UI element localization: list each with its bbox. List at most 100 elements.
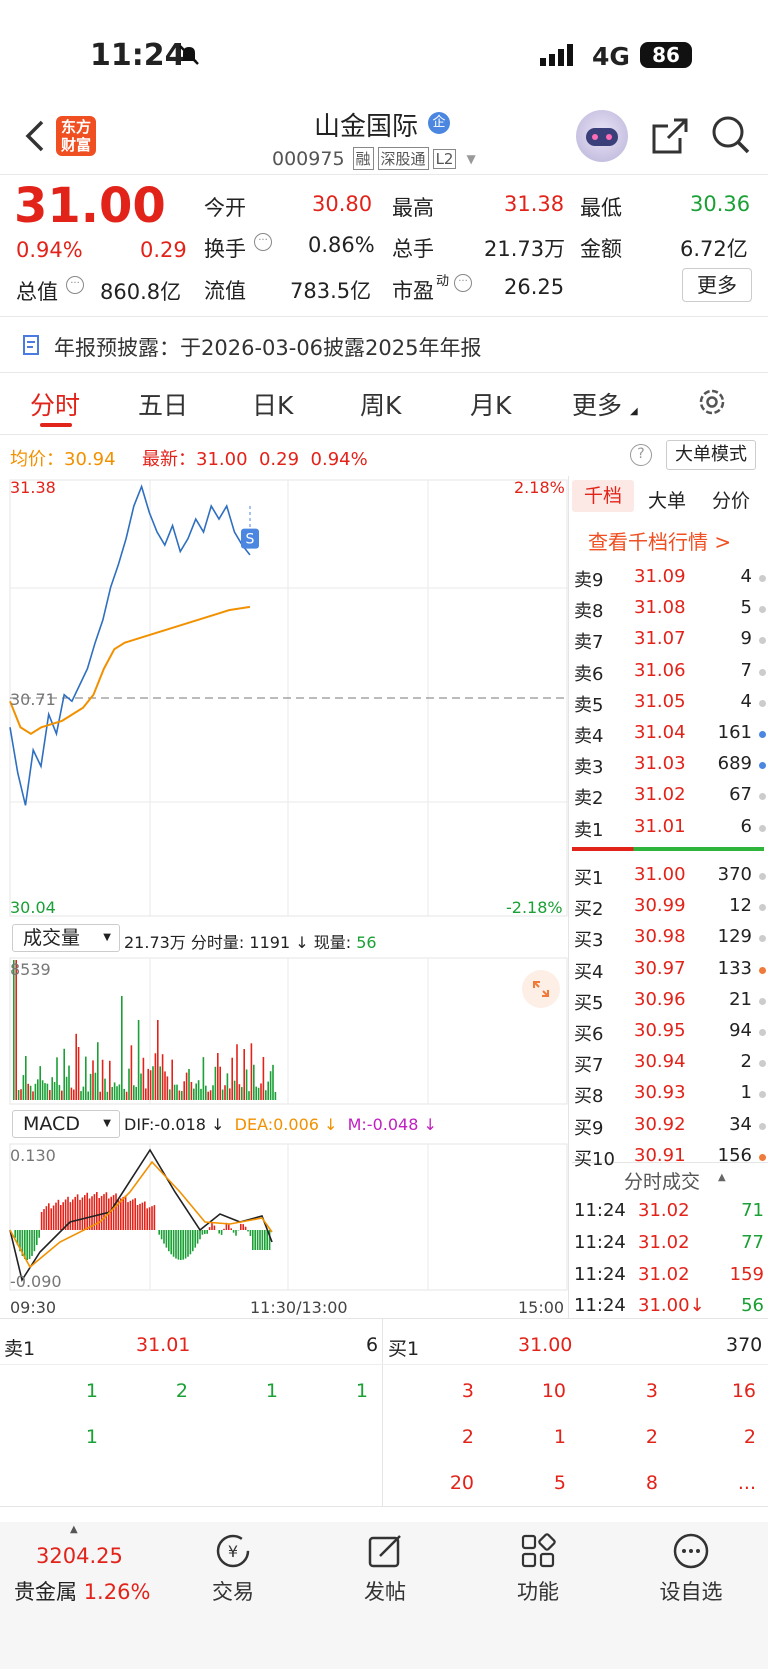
buy-row[interactable]: 买9 30.92 34	[572, 1112, 768, 1142]
nav-trade[interactable]: ¥ 交易	[178, 1532, 288, 1606]
tick-price: 31.02	[638, 1231, 690, 1253]
tag-l2: L2	[432, 148, 457, 169]
book-link[interactable]: 查看千档行情 >	[588, 526, 731, 555]
volume-bar	[241, 1087, 243, 1100]
sell-row[interactable]: 卖9 31.09 4	[572, 564, 768, 594]
tab-month-k[interactable]: 月K	[470, 386, 511, 422]
buy-row[interactable]: 买5 30.96 21	[572, 987, 768, 1017]
index-value[interactable]: 3204.25	[36, 1544, 123, 1568]
order-dot-icon	[759, 1122, 766, 1130]
help-icon[interactable]: ?	[630, 444, 652, 466]
sell-row[interactable]: 卖4 31.04 161	[572, 720, 768, 750]
nav-label: 发帖	[364, 1580, 406, 1604]
macd-bar	[79, 1199, 81, 1230]
back-button[interactable]	[22, 118, 48, 154]
order-qty: 1	[740, 1082, 752, 1104]
expand-icon[interactable]	[522, 970, 560, 1008]
macd-top: 0.130	[10, 1146, 56, 1165]
macd-bar	[69, 1202, 72, 1230]
info-icon[interactable]: ···	[254, 233, 272, 251]
volume-bar	[154, 1053, 157, 1100]
sell-row[interactable]: 卖7 31.07 9	[572, 626, 768, 656]
tick-time: 11:24	[574, 1263, 626, 1285]
macd-bar	[218, 1230, 220, 1234]
nav-watchlist[interactable]: 设自选	[636, 1532, 746, 1606]
tab-day-k[interactable]: 日K	[252, 386, 293, 422]
macd-bar	[31, 1230, 33, 1256]
info-icon[interactable]: ···	[66, 276, 84, 294]
book-tab-price[interactable]: 分价	[712, 486, 750, 513]
latest-change: 0.29	[258, 449, 300, 470]
latest-value: 31.00	[196, 449, 248, 470]
volume-indicator-select[interactable]: 成交量 ▼	[12, 924, 120, 952]
volume-bar	[171, 1059, 173, 1100]
volume-bar	[161, 1054, 164, 1100]
tab-five-day[interactable]: 五日	[138, 386, 188, 422]
volume-bar	[274, 1091, 277, 1100]
more-button[interactable]: 更多	[682, 268, 752, 302]
tick-row: 11:24 31.02 77	[572, 1230, 768, 1260]
tick-time: 11:24	[574, 1231, 626, 1253]
order-level: 卖9	[574, 570, 604, 591]
macd-bar	[180, 1230, 182, 1260]
amount-label: 金额	[580, 237, 622, 261]
big-order-mode-button[interactable]: 大单模式	[666, 440, 756, 470]
app-logo[interactable]: 东方 财富	[56, 116, 96, 156]
signal-icon	[540, 44, 580, 66]
buy-row[interactable]: 买8 30.93 1	[572, 1080, 768, 1110]
nav-functions[interactable]: 功能	[483, 1532, 593, 1606]
down-arrow: ↓	[295, 933, 309, 952]
buy-row[interactable]: 买7 30.94 2	[572, 1049, 768, 1079]
buy-row[interactable]: 买6 30.95 94	[572, 1018, 768, 1048]
order-qty: 12	[729, 895, 752, 917]
order-qty: 2	[740, 1051, 752, 1073]
notice-text[interactable]: 年报预披露：于2026-03-06披露2025年年报	[54, 332, 481, 362]
tab-more[interactable]: 更多	[572, 386, 622, 422]
volume-chart[interactable]	[0, 956, 568, 1106]
share-icon[interactable]	[650, 116, 690, 156]
macd-bar	[170, 1230, 172, 1255]
settings-icon[interactable]	[696, 386, 728, 418]
stock-code-row[interactable]: 000975 融 深股通 L2 ▼	[272, 147, 476, 170]
price-chart[interactable]: S	[0, 476, 568, 920]
tab-intraday[interactable]: 分时	[30, 386, 80, 422]
book-tab-big[interactable]: 大单	[648, 486, 686, 513]
macd-chart[interactable]	[0, 1142, 568, 1292]
index-ticker[interactable]: 贵金属 1.26%	[14, 1576, 150, 1606]
macd-bar	[151, 1206, 153, 1230]
buy-row[interactable]: 买2 30.99 12	[572, 893, 768, 923]
low-label: 最低	[580, 196, 622, 220]
macd-bar	[124, 1195, 127, 1230]
queue-buy-order: 1	[553, 1426, 566, 1448]
macd-bar	[112, 1195, 115, 1230]
search-icon[interactable]	[710, 114, 752, 156]
sell-row[interactable]: 卖3 31.03 689	[572, 751, 768, 781]
order-dot-icon	[759, 1029, 766, 1036]
tab-week-k[interactable]: 周K	[360, 386, 401, 422]
macd-indicator-select[interactable]: MACD ▼	[12, 1110, 120, 1138]
sell-row[interactable]: 卖5 31.05 4	[572, 689, 768, 719]
network-label: 4G	[592, 42, 630, 71]
volume-max: 8539	[10, 960, 51, 979]
volume-bar	[70, 1087, 73, 1100]
status-time: 11:24	[90, 38, 186, 73]
order-dot-icon	[759, 793, 766, 801]
book-tab-1000[interactable]: 千档	[572, 480, 634, 512]
base-label: 30.71	[10, 690, 56, 709]
sell-row[interactable]: 卖2 31.02 67	[572, 782, 768, 812]
macd-bar	[172, 1230, 175, 1257]
buy-row[interactable]: 买4 30.97 133	[572, 956, 768, 986]
macd-bar	[115, 1193, 117, 1230]
sell-row[interactable]: 卖8 31.08 5	[572, 595, 768, 625]
sell-row[interactable]: 卖6 31.06 7	[572, 658, 768, 688]
buy-row[interactable]: 买10 30.91 156	[572, 1143, 768, 1173]
order-price: 31.04	[634, 722, 686, 743]
robot-avatar[interactable]	[576, 110, 628, 162]
buy-row[interactable]: 买1 31.00 370	[572, 862, 768, 892]
sell-row[interactable]: 卖1 31.01 6	[572, 814, 768, 844]
pe-sup: 动	[436, 274, 450, 289]
minute-label: 分时量:	[190, 933, 245, 952]
nav-post[interactable]: 发帖	[330, 1532, 440, 1606]
buy-row[interactable]: 买3 30.98 129	[572, 924, 768, 954]
info-icon[interactable]: ···	[454, 274, 472, 292]
